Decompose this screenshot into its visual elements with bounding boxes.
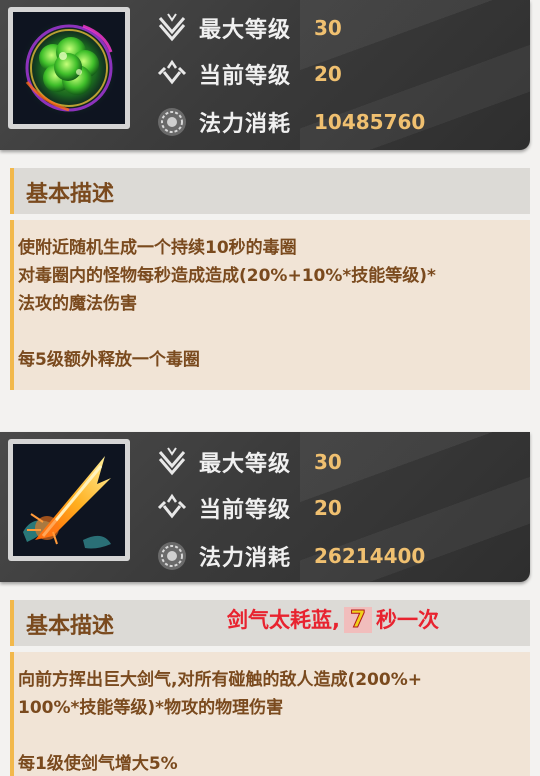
skill-2-icon-frame	[8, 439, 130, 561]
skill-1-section-title-bar: 基本描述	[10, 168, 530, 214]
current-level-icon	[155, 491, 189, 525]
skill-2-desc-line-3: 每1级使剑气增大5%	[18, 754, 178, 774]
skill-2-current-level-row: 当前等级 20	[155, 490, 342, 526]
mana-cost-label: 法力消耗	[199, 546, 292, 571]
cooldown-annotation: 剑气太耗蓝, 7 秒一次	[227, 604, 439, 634]
skill-2-section-title: 基本描述	[26, 614, 115, 639]
mana-cost-label: 法力消耗	[199, 112, 292, 137]
skill-1-desc-line-3: 法攻的魔法伤害	[18, 294, 137, 314]
max-level-row: 最大等级 30	[155, 10, 342, 46]
skill-2-desc-line-2: 100%*技能等级)*物攻的物理伤害	[18, 698, 284, 718]
current-level-label: 当前等级	[199, 64, 292, 89]
max-level-label: 最大等级	[199, 452, 292, 477]
skill-2-max-level-row: 最大等级 30	[155, 444, 342, 480]
max-level-icon	[155, 11, 189, 45]
skill-1-desc-line-1: 使附近随机生成一个持续10秒的毒圈	[18, 238, 297, 258]
mana-cost-value: 10485760	[314, 110, 426, 134]
skill-2-description: 向前方挥出巨大剑气,对所有碰触的敌人造成(200%+ 100%*技能等级)*物攻…	[10, 652, 530, 776]
skill-2-header: 最大等级 30 当前等级 20 法力消耗 26214400	[0, 432, 530, 582]
skill-2-mana-cost-row: 法力消耗 26214400	[155, 538, 425, 574]
mana-cost-value: 26214400	[314, 544, 426, 568]
skill-2-desc-line-1: 向前方挥出巨大剑气,对所有碰触的敌人造成(200%+	[18, 670, 422, 690]
skill-1-header: 最大等级 30 当前等级 20 法力消耗 10485760	[0, 0, 530, 150]
skill-1-desc-line-2: 对毒圈内的怪物每秒造成造成(20%+10%*技能等级)*	[18, 266, 436, 286]
mana-cost-icon	[155, 105, 189, 139]
sword-slash-icon	[13, 444, 125, 556]
mana-cost-row: 法力消耗 10485760	[155, 104, 425, 140]
mana-cost-icon	[155, 539, 189, 573]
skill-1-description: 使附近随机生成一个持续10秒的毒圈 对毒圈内的怪物每秒造成造成(20%+10%*…	[10, 220, 530, 390]
current-level-value: 20	[314, 62, 342, 86]
current-level-label: 当前等级	[199, 498, 292, 523]
max-level-value: 30	[314, 16, 342, 40]
skill-1-icon-frame	[8, 7, 130, 129]
annotation-text-before: 剑气太耗蓝,	[227, 608, 340, 632]
current-level-row: 当前等级 20	[155, 56, 342, 92]
poison-orb-icon	[13, 12, 125, 124]
skill-1-desc-line-4: 每5级额外释放一个毒圈	[18, 350, 200, 370]
annotation-number: 7	[343, 607, 372, 634]
max-level-value: 30	[314, 450, 342, 474]
current-level-icon	[155, 57, 189, 91]
annotation-text-after: 秒一次	[376, 608, 439, 632]
current-level-value: 20	[314, 496, 342, 520]
skill-1-section-title: 基本描述	[26, 182, 115, 207]
max-level-label: 最大等级	[199, 18, 292, 43]
max-level-icon	[155, 445, 189, 479]
